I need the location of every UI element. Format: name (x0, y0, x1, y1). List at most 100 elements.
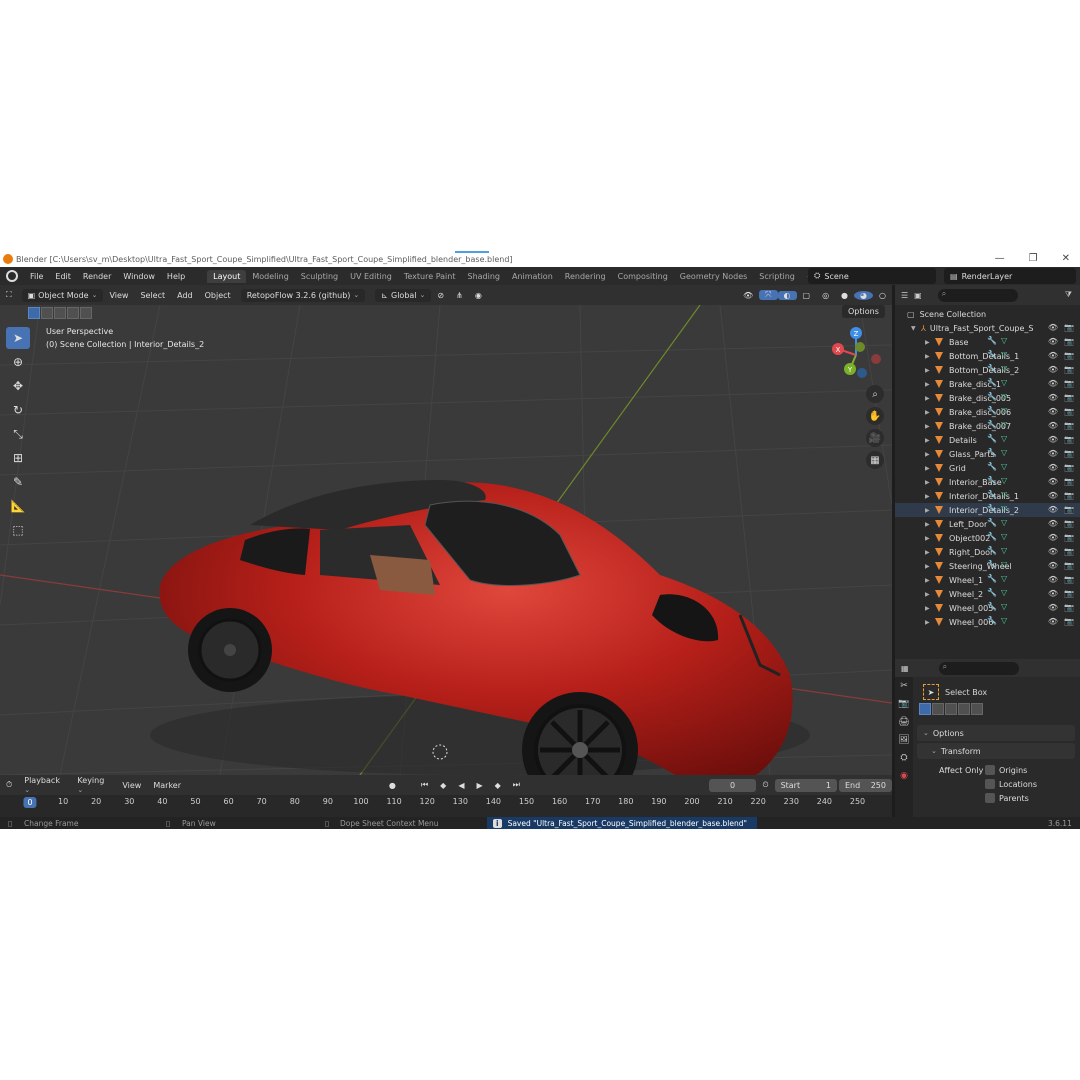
eye-icon[interactable]: 👁 (1048, 351, 1058, 360)
scene-selector[interactable]: ⛭ Scene (808, 268, 936, 284)
modifier-wrench-icon[interactable]: 🔧 (987, 378, 997, 387)
3d-viewport[interactable]: User Perspective (0) Scene Collection | … (0, 305, 892, 775)
minimize-button[interactable]: — (995, 253, 1005, 264)
jump-keyframe-back-icon[interactable]: ◆ (434, 781, 452, 790)
outliner-object-row[interactable]: ▶ Object002 🔧 ▽ 👁 📷 (895, 531, 1080, 545)
outliner-object-row[interactable]: ▶ Interior_Details_2 🔧 ▽ 👁 📷 (895, 503, 1080, 517)
scene-collection-row[interactable]: ▢ Scene Collection (895, 307, 1080, 321)
rotate-tool-icon[interactable]: ↻ (6, 399, 30, 421)
blender-menu-icon[interactable] (6, 270, 18, 282)
select-invert-icon[interactable] (67, 307, 79, 319)
mesh-data-icon[interactable]: ▽ (1001, 462, 1007, 471)
eye-icon[interactable]: 👁 (1048, 519, 1058, 528)
tab-scripting[interactable]: Scripting (753, 270, 801, 283)
tab-compositing[interactable]: Compositing (612, 270, 674, 283)
mesh-data-icon[interactable]: ▽ (1001, 378, 1007, 387)
camera-render-icon[interactable]: 📷 (1064, 435, 1074, 444)
outliner-object-row[interactable]: ▶ Interior_Details_1 🔧 ▽ 👁 📷 (895, 489, 1080, 503)
outliner-object-row[interactable]: ▶ Bottom_Details_2 🔧 ▽ 👁 📷 (895, 363, 1080, 377)
output-tab-icon[interactable]: 🖨 (897, 717, 911, 731)
camera-render-icon[interactable]: 📷 (1064, 505, 1074, 514)
mesh-data-icon[interactable]: ▽ (1001, 602, 1007, 611)
mesh-data-icon[interactable]: ▽ (1001, 588, 1007, 597)
camera-render-icon[interactable]: 📷 (1064, 561, 1074, 570)
eye-icon[interactable]: 👁 (1048, 547, 1058, 556)
playhead-frame-marker[interactable]: 0 (23, 797, 37, 808)
current-frame-field[interactable]: 0 (708, 778, 757, 792)
outliner-editor-icon[interactable]: ☰ (901, 291, 908, 300)
camera-render-icon[interactable]: 📷 (1064, 617, 1074, 626)
menu-add[interactable]: Add (171, 291, 199, 300)
render-tab-icon[interactable]: 📷 (897, 699, 911, 713)
close-button[interactable]: ✕ (1062, 253, 1070, 264)
outliner-object-row[interactable]: ▶ Grid 🔧 ▽ 👁 📷 (895, 461, 1080, 475)
tab-animation[interactable]: Animation (506, 270, 559, 283)
modifier-wrench-icon[interactable]: 🔧 (987, 546, 997, 555)
jump-end-icon[interactable]: ⏭ (507, 780, 526, 790)
modifier-wrench-icon[interactable]: 🔧 (987, 476, 997, 485)
outliner-object-row[interactable]: ▶ Left_Door 🔧 ▽ 👁 📷 (895, 517, 1080, 531)
expand-arrow-icon[interactable]: ▶ (925, 521, 935, 528)
mesh-data-icon[interactable]: ▽ (1001, 490, 1007, 499)
jump-start-icon[interactable]: ⏮ (415, 780, 434, 790)
stopwatch-icon[interactable]: ⏲ (756, 780, 774, 790)
outliner-object-row[interactable]: ▶ Wheel_006 🔧 ▽ 👁 📷 (895, 615, 1080, 629)
eye-icon[interactable]: 👁 (1048, 603, 1058, 612)
mesh-data-icon[interactable]: ▽ (1001, 476, 1007, 485)
outliner-object-row[interactable]: ▶ Interior_Base 🔧 ▽ 👁 📷 (895, 475, 1080, 489)
mode-invert-icon[interactable] (958, 703, 970, 715)
coupe-collection-row[interactable]: ▼ ⅄ Ultra_Fast_Sport_Coupe_S 👁 📷 (895, 321, 1080, 335)
properties-search-input[interactable]: ⌕ (938, 661, 1019, 675)
mesh-data-icon[interactable]: ▽ (1001, 574, 1007, 583)
outliner-object-row[interactable]: ▶ Wheel_1 🔧 ▽ 👁 📷 (895, 573, 1080, 587)
camera-render-icon[interactable]: 📷 (1064, 365, 1074, 374)
grid-toggle-icon[interactable]: ▦ (866, 451, 884, 469)
sports-car-model[interactable] (140, 465, 810, 775)
end-frame-field[interactable]: End 250 (838, 778, 892, 792)
add-cube-tool-icon[interactable]: ⬚ (6, 519, 30, 541)
outliner-object-row[interactable]: ▶ Brake_disc_006 🔧 ▽ 👁 📷 (895, 405, 1080, 419)
viewport-options-dropdown[interactable]: Options (842, 305, 885, 318)
select-box-tool-icon[interactable]: ➤ (6, 327, 30, 349)
mesh-data-icon[interactable]: ▽ (1001, 518, 1007, 527)
visibility-icon[interactable]: 👁 (737, 291, 759, 300)
locations-checkbox[interactable]: Locations (985, 779, 1037, 789)
annotate-tool-icon[interactable]: ✎ (6, 471, 30, 493)
tab-sculpting[interactable]: Sculpting (295, 270, 344, 283)
expand-arrow-icon[interactable]: ▶ (925, 437, 935, 444)
eye-icon[interactable]: 👁 (1048, 379, 1058, 388)
mesh-data-icon[interactable]: ▽ (1001, 546, 1007, 555)
zoom-icon[interactable]: ⌕ (866, 385, 884, 403)
eye-icon[interactable]: 👁 (1048, 365, 1058, 374)
modifier-wrench-icon[interactable]: 🔧 (987, 392, 997, 401)
menu-window[interactable]: Window (117, 272, 161, 281)
menu-render[interactable]: Render (77, 272, 117, 281)
expand-arrow-icon[interactable]: ▶ (925, 619, 935, 626)
expand-arrow-icon[interactable]: ▶ (925, 605, 935, 612)
modifier-wrench-icon[interactable]: 🔧 (987, 532, 997, 541)
move-tool-icon[interactable]: ✥ (6, 375, 30, 397)
camera-render-icon[interactable]: 📷 (1064, 603, 1074, 612)
modifier-wrench-icon[interactable]: 🔧 (987, 518, 997, 527)
transform-panel-header[interactable]: ⌄ Transform (917, 743, 1075, 759)
eye-icon[interactable]: 👁 (1048, 463, 1058, 472)
outliner-object-row[interactable]: ▶ Base 🔧 ▽ 👁 📷 (895, 335, 1080, 349)
expand-arrow-icon[interactable]: ▶ (925, 423, 935, 430)
timeline-editor-icon[interactable]: ⏱ (0, 780, 18, 790)
view-layer-selector[interactable]: ▤ RenderLayer (944, 268, 1076, 284)
modifier-wrench-icon[interactable]: 🔧 (987, 462, 997, 471)
camera-render-icon[interactable]: 📷 (1064, 519, 1074, 528)
modifier-wrench-icon[interactable]: 🔧 (987, 602, 997, 611)
expand-arrow-icon[interactable]: ▶ (925, 395, 935, 402)
menu-select[interactable]: Select (134, 291, 171, 300)
expand-arrow-icon[interactable]: ▶ (925, 451, 935, 458)
measure-tool-icon[interactable]: 📐 (6, 495, 30, 517)
rendered-shading-icon[interactable]: ○ (873, 291, 892, 300)
mode-extend-icon[interactable] (932, 703, 944, 715)
tab-uv-editing[interactable]: UV Editing (344, 270, 398, 283)
restore-button[interactable]: ❐ (1029, 253, 1038, 264)
record-button-icon[interactable]: ● (383, 781, 402, 790)
mesh-data-icon[interactable]: ▽ (1001, 336, 1007, 345)
camera-render-icon[interactable]: 📷 (1064, 547, 1074, 556)
mesh-data-icon[interactable]: ▽ (1001, 434, 1007, 443)
